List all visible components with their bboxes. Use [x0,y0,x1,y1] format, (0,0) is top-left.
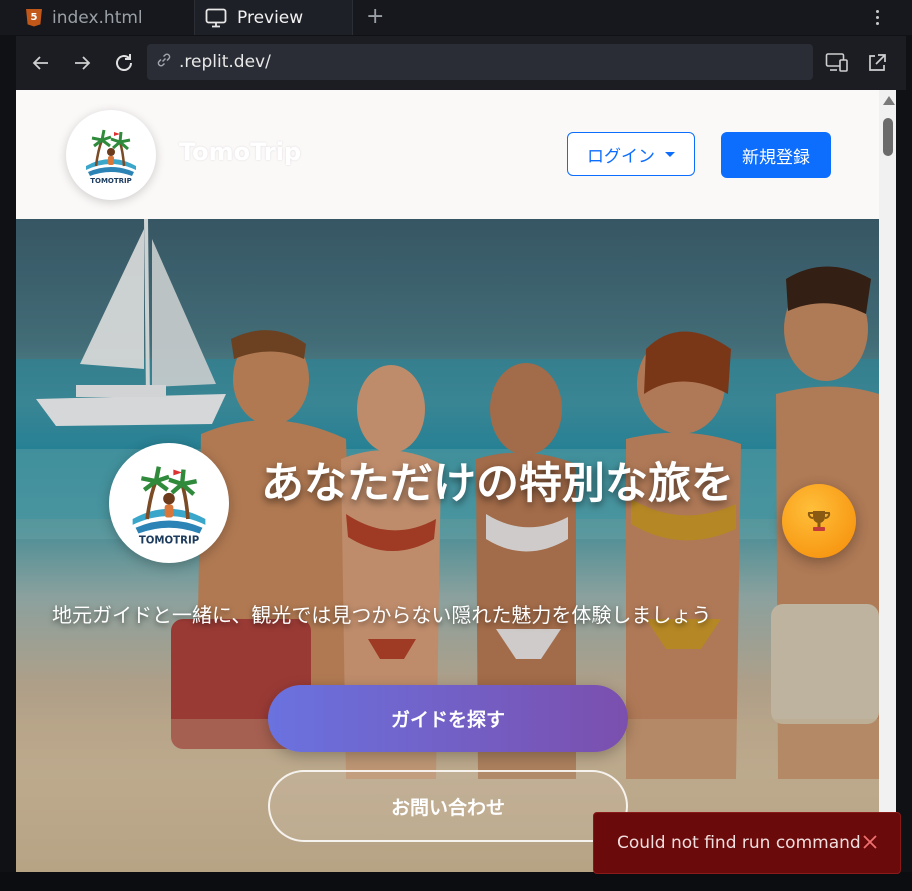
vertical-scrollbar[interactable] [879,90,896,872]
open-external-icon[interactable] [862,48,892,78]
brand-name[interactable]: TomoTrip [179,138,301,166]
toast-message: Could not find run command [617,833,861,853]
login-label: ログイン [587,146,655,167]
trophy-icon[interactable] [782,484,856,558]
find-guide-button[interactable]: ガイドを探す [268,685,628,752]
scroll-up-arrow-icon[interactable] [883,96,895,105]
more-options-icon[interactable] [870,0,884,35]
tab-index-html[interactable]: 5 index.html [16,0,195,35]
signup-button[interactable]: 新規登録 [721,132,831,178]
svg-text:TOMOTRIP: TOMOTRIP [90,177,132,185]
reload-icon[interactable] [109,48,139,78]
ide-bottom-strip [0,872,912,891]
forward-arrow-icon[interactable] [67,48,97,78]
ide-tab-bar: 5 index.html Preview + [0,0,912,35]
url-field[interactable]: .replit.dev/ [147,44,813,80]
new-tab-plus-icon[interactable]: + [366,0,384,35]
browser-toolbar: .replit.dev/ [16,36,906,90]
tab-label: index.html [52,7,143,28]
svg-text:TOMOTRIP: TOMOTRIP [139,536,200,547]
site-header: TOMOTRIP TomoTrip ログイン 新規登録 [16,90,879,219]
tab-label: Preview [237,7,304,28]
site-logo[interactable]: TOMOTRIP [66,110,156,200]
hero-logo: TOMOTRIP [109,443,229,563]
monitor-icon [205,8,227,28]
preview-viewport: TOMOTRIP TomoTrip ログイン 新規登録 TOMOTRIP あなた… [16,90,896,872]
contact-button[interactable]: お問い合わせ [268,770,628,842]
close-icon[interactable] [860,832,880,852]
hero-section: TOMOTRIP あなただけの特別な旅を 地元ガイドと一緒に、観光では見つからな… [16,219,879,872]
back-arrow-icon[interactable] [26,48,56,78]
error-toast: Could not find run command [593,812,901,874]
link-icon [155,51,173,74]
scrollbar-thumb[interactable] [883,118,893,156]
caret-down-icon [665,151,675,157]
html5-icon: 5 [26,8,42,27]
hero-title: あなただけの特別な旅を [261,459,734,509]
tab-preview[interactable]: Preview [195,0,353,35]
device-preview-icon[interactable] [822,48,852,78]
login-dropdown-button[interactable]: ログイン [567,132,695,176]
hero-subtitle: 地元ガイドと一緒に、観光では見つからない隠れた魅力を体験しましょう [52,603,712,627]
url-text: .replit.dev/ [179,52,271,72]
